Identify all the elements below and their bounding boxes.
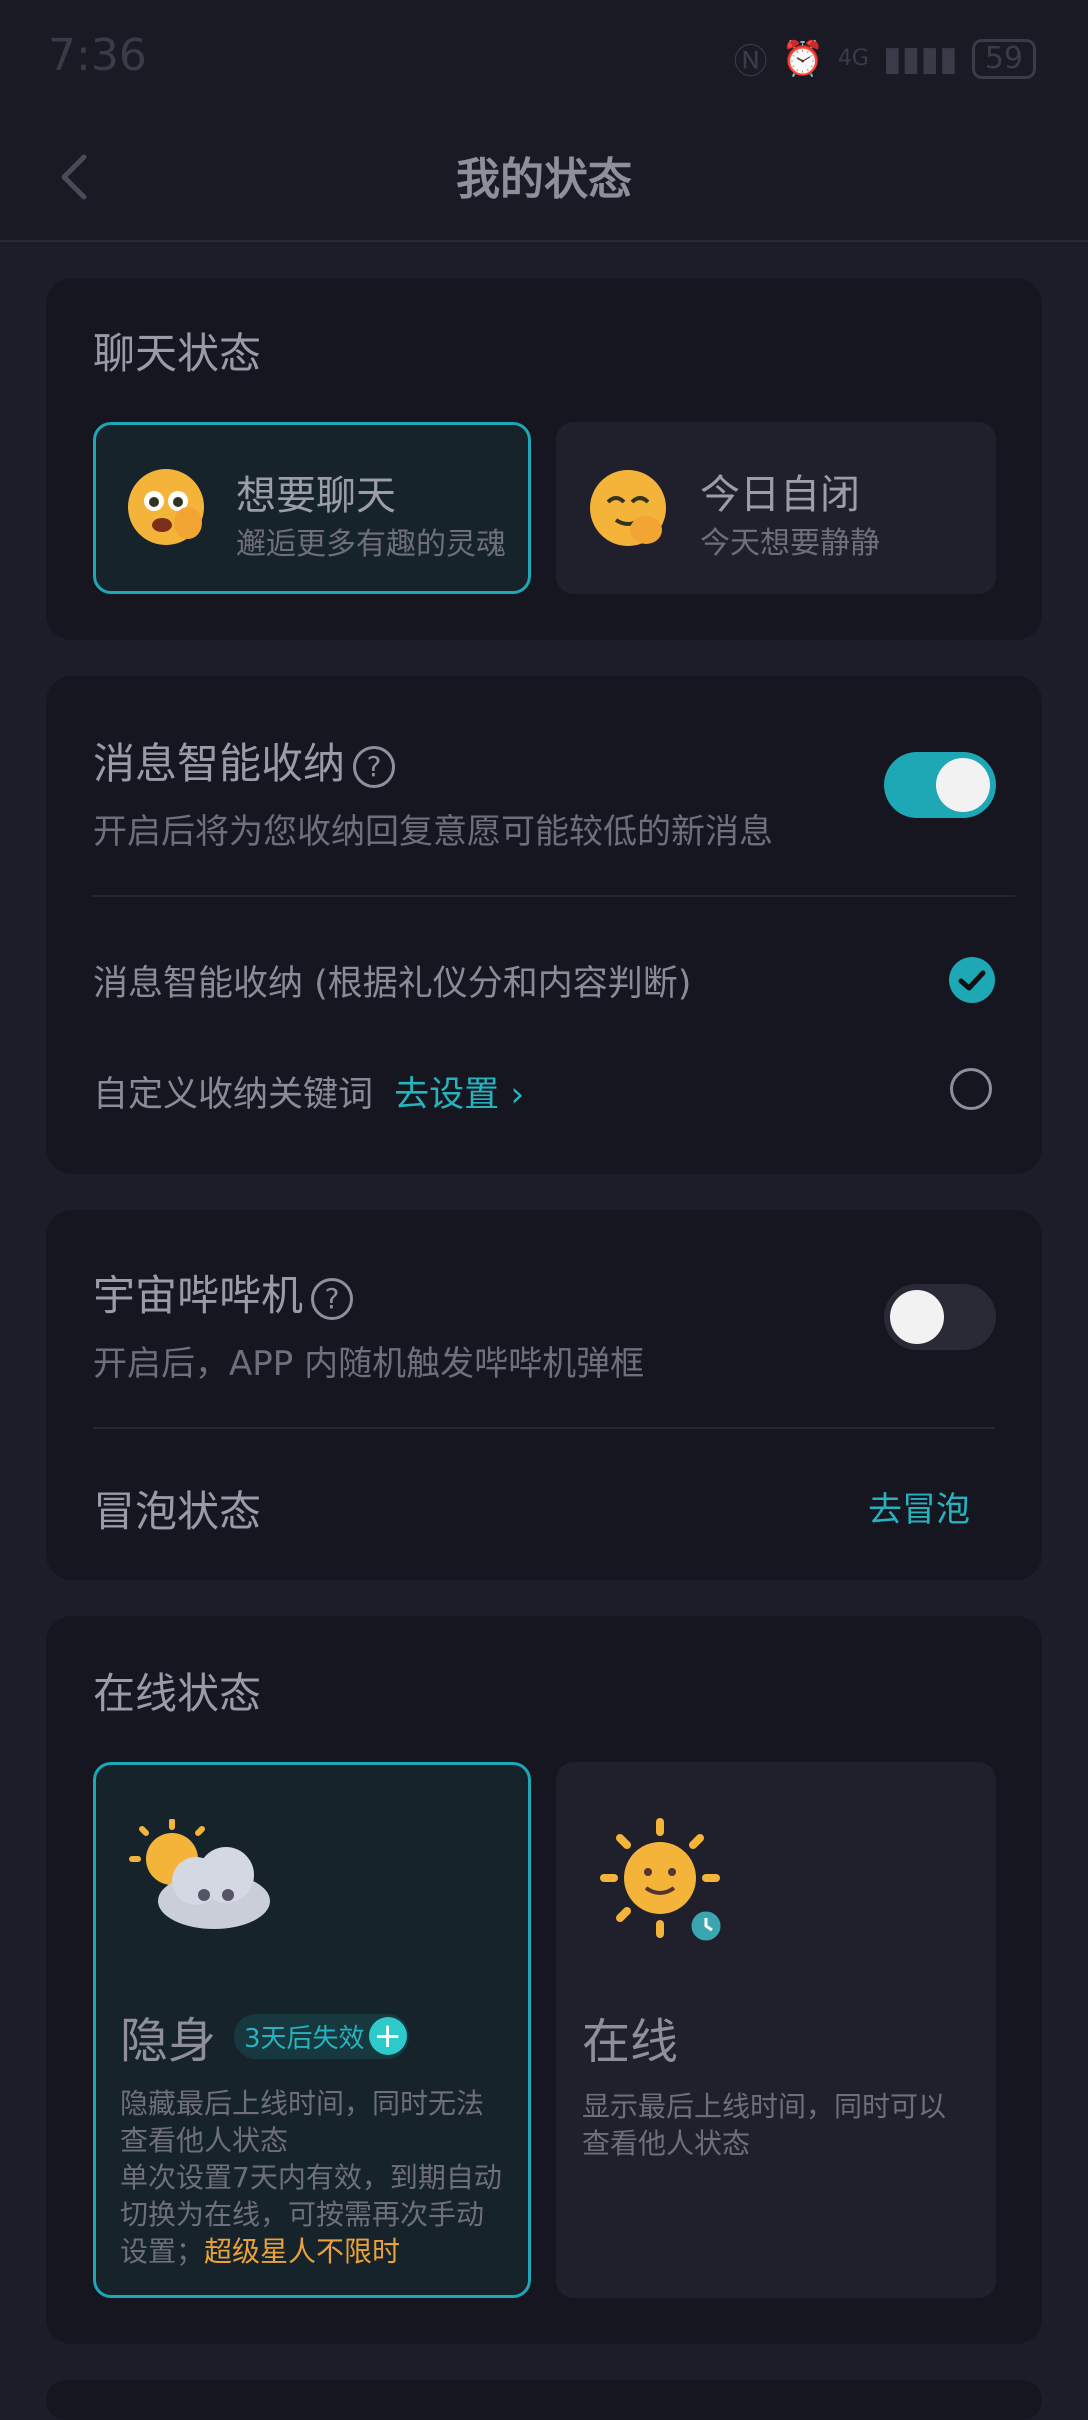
sun-behind-cloud-icon bbox=[126, 1818, 276, 1943]
bubble-status-label: 冒泡状态 bbox=[93, 1487, 262, 1536]
smart-inbox-option-custom[interactable]: 自定义收纳关键词 去设置 › bbox=[93, 1066, 524, 1117]
chat-option-desc: 今天想要静静 bbox=[700, 526, 880, 561]
chat-option-want-chat[interactable]: 想要聊天 邂逅更多有趣的灵魂 bbox=[93, 422, 531, 594]
smart-inbox-title-text: 消息智能收纳 bbox=[93, 739, 346, 788]
super-star-highlight: 超级星人不限时 bbox=[204, 2235, 401, 2268]
radio-unchecked-icon[interactable] bbox=[950, 1068, 992, 1110]
go-bubble-link[interactable]: 去冒泡 bbox=[868, 1482, 970, 1531]
checkmark-icon[interactable] bbox=[949, 957, 995, 1003]
chevron-right-icon: › bbox=[510, 1075, 525, 1115]
plus-icon[interactable]: + bbox=[368, 2016, 407, 2055]
invisible-desc-line1: 隐藏最后上线时间，同时无法查看他人状态 bbox=[120, 2087, 485, 2157]
cosmic-beeper-title: 宇宙哔哔机? bbox=[93, 1262, 354, 1323]
online-label: 在线 bbox=[582, 2014, 679, 2070]
invisible-desc-line2: 单次设置7天内有效，到期自动切换为在线，可按需再次手动设置；超级星人不限时 bbox=[120, 2159, 510, 2270]
signal-icon: ▮▮▮▮ bbox=[882, 38, 958, 79]
status-time: 7:36 bbox=[48, 30, 147, 81]
battery-indicator: 59 bbox=[971, 38, 1036, 79]
status-icons: Ⓝ ⏰ 4G ▮▮▮▮ 59 bbox=[734, 34, 1036, 83]
network-label: 4G bbox=[837, 46, 869, 71]
chat-option-label: 想要聊天 bbox=[236, 473, 396, 519]
expiry-badge: 3天后失效 + bbox=[234, 2013, 409, 2059]
divider bbox=[93, 1427, 995, 1429]
online-option-online[interactable]: 在线 显示最后上线时间，同时可以查看他人状态 bbox=[556, 1762, 996, 2298]
waving-emoji-icon bbox=[586, 466, 670, 554]
toggle-knob bbox=[890, 1290, 944, 1344]
smart-inbox-toggle[interactable] bbox=[884, 752, 996, 818]
expiry-badge-text: 3天后失效 bbox=[244, 2023, 365, 2054]
chat-option-label: 今日自闭 bbox=[700, 472, 860, 518]
invisible-label: 隐身 bbox=[120, 2013, 217, 2069]
invisible-desc: 隐藏最后上线时间，同时无法查看他人状态 单次设置7天内有效，到期自动切换为在线，… bbox=[120, 2085, 510, 2270]
smart-inbox-option-auto[interactable]: 消息智能收纳 (根据礼仪分和内容判断) bbox=[93, 955, 691, 1006]
smiling-emoji-icon bbox=[124, 465, 208, 553]
cosmic-beeper-desc: 开启后，APP 内随机触发哔哔机弹框 bbox=[93, 1344, 645, 1384]
nfc-icon: Ⓝ bbox=[733, 42, 768, 82]
alarm-icon: ⏰ bbox=[781, 38, 824, 79]
page-title: 我的状态 bbox=[456, 154, 632, 205]
sun-with-clock-icon bbox=[600, 1818, 730, 1952]
smart-inbox-desc: 开启后将为您收纳回复意愿可能较低的新消息 bbox=[93, 812, 773, 852]
online-option-invisible[interactable]: 隐身 3天后失效 + 隐藏最后上线时间，同时无法查看他人状态 单次设置7天内有效… bbox=[93, 1762, 531, 2298]
help-icon[interactable]: ? bbox=[353, 745, 396, 788]
online-option-label: 隐身 3天后失效 + bbox=[120, 2001, 409, 2071]
online-status-title: 在线状态 bbox=[93, 1669, 262, 1718]
cosmic-beeper-toggle[interactable] bbox=[884, 1284, 996, 1350]
toggle-knob bbox=[936, 758, 990, 812]
custom-keywords-label: 自定义收纳关键词 bbox=[93, 1075, 374, 1115]
online-desc: 显示最后上线时间，同时可以查看他人状态 bbox=[582, 2090, 947, 2160]
cosmic-beeper-title-text: 宇宙哔哔机 bbox=[93, 1271, 304, 1320]
divider bbox=[93, 895, 1015, 897]
go-settings-link[interactable]: 去设置 bbox=[394, 1075, 499, 1115]
chat-status-title: 聊天状态 bbox=[93, 329, 262, 378]
next-card bbox=[46, 2380, 1042, 2420]
smart-inbox-title: 消息智能收纳? bbox=[93, 730, 396, 791]
help-icon[interactable]: ? bbox=[311, 1277, 354, 1320]
chat-option-desc: 邂逅更多有趣的灵魂 bbox=[236, 527, 506, 562]
chat-option-self-isolate[interactable]: 今日自闭 今天想要静静 bbox=[556, 422, 996, 594]
